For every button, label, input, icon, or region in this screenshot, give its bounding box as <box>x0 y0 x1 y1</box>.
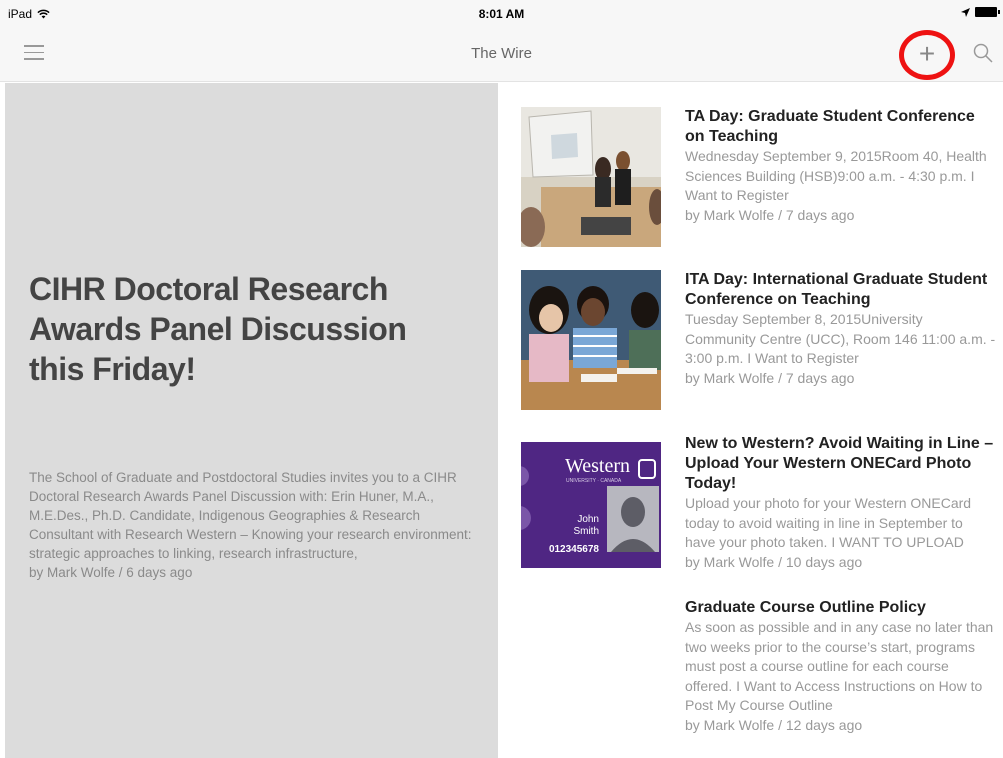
status-bar: iPad 8:01 AM <box>0 0 1003 26</box>
add-button[interactable]: + <box>899 30 955 80</box>
featured-summary: The School of Graduate and Postdoctoral … <box>29 470 472 561</box>
article-title: New to Western? Avoid Waiting in Line – … <box>685 435 994 492</box>
status-time: 8:01 AM <box>478 7 525 21</box>
search-icon <box>973 43 993 63</box>
card-last-name: Smith <box>573 526 599 537</box>
card-subtitle: UNIVERSITY · CANADA <box>566 478 622 484</box>
article-title: Graduate Course Outline Policy <box>685 599 926 616</box>
featured-article[interactable]: CIHR Doctoral Research Awards Panel Disc… <box>5 83 498 758</box>
article-text: Graduate Course Outline Policy As soon a… <box>685 598 997 735</box>
article-thumbnail <box>521 270 661 410</box>
article-title: ITA Day: International Graduate Student … <box>685 271 988 308</box>
article-list: TA Day: Graduate Student Conference on T… <box>498 83 1003 758</box>
article-byline: by Mark Wolfe / 7 days ago <box>685 206 855 223</box>
onecard-image: Western UNIVERSITY · CANADA John Smith 0… <box>521 442 661 568</box>
article-text: New to Western? Avoid Waiting in Line – … <box>685 434 997 572</box>
article-summary: Wednesday September 9, 2015Room 40, Heal… <box>685 148 987 203</box>
article-byline: by Mark Wolfe / 10 days ago <box>685 553 863 570</box>
card-number: 012345678 <box>549 544 599 555</box>
article-thumbnail: Western UNIVERSITY · CANADA John Smith 0… <box>521 442 661 568</box>
location-arrow-icon <box>961 7 970 17</box>
featured-byline: by Mark Wolfe / 6 days ago <box>29 565 193 580</box>
article-summary: As soon as possible and in any case no l… <box>685 619 994 713</box>
article-byline: by Mark Wolfe / 7 days ago <box>685 369 855 386</box>
card-first-name: John <box>577 514 599 525</box>
nav-title: The Wire <box>471 45 532 62</box>
search-button[interactable] <box>972 42 994 64</box>
article-text: TA Day: Graduate Student Conference on T… <box>685 107 997 225</box>
nav-bar: The Wire + <box>0 26 1003 82</box>
conference-photo-image <box>521 107 661 247</box>
featured-body: The School of Graduate and Postdoctoral … <box>29 468 479 582</box>
article-byline: by Mark Wolfe / 12 days ago <box>685 716 863 733</box>
article-summary: Upload your photo for your Western ONECa… <box>685 495 972 550</box>
students-photo-image <box>521 270 661 410</box>
plus-icon: + <box>918 38 936 69</box>
article-title: TA Day: Graduate Student Conference on T… <box>685 108 975 145</box>
card-brand: Western <box>565 455 630 477</box>
article-text: ITA Day: International Graduate Student … <box>685 270 997 388</box>
battery-icon <box>975 7 1000 17</box>
article-thumbnail <box>521 107 661 247</box>
status-right <box>961 7 1000 17</box>
featured-title: CIHR Doctoral Research Awards Panel Disc… <box>29 271 407 387</box>
article-summary: Tuesday September 8, 2015University Comm… <box>685 311 996 366</box>
